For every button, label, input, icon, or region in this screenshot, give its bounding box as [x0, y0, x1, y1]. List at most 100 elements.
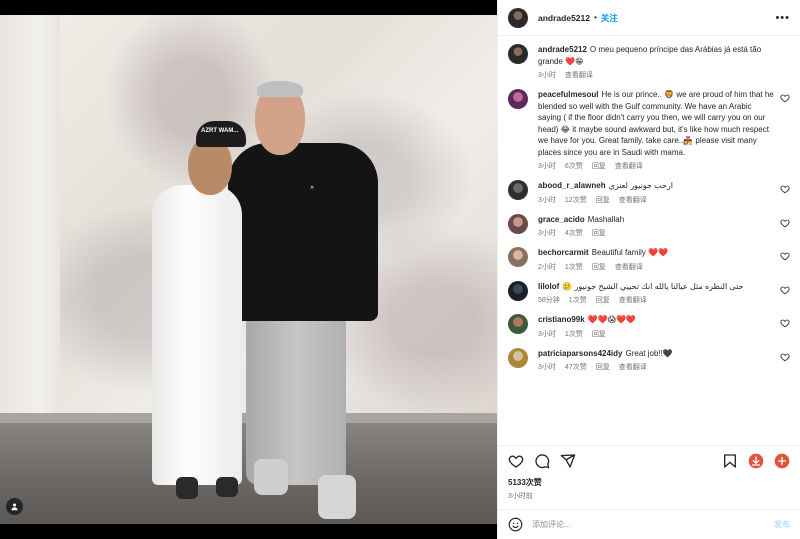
comment-item: patriciaparsons424idy Great job!!🖤 3小时 47次赞…: [508, 347, 790, 373]
post-caption: andrade5212 O meu pequeno príncipe das Ar…: [508, 44, 790, 80]
comment-username[interactable]: lilolof: [538, 282, 559, 291]
comment-item: abood_r_alawneh ارحب جونيور لعنزي 3小时 12次赞回…: [508, 180, 790, 205]
comment-username[interactable]: bechorcarmit: [538, 248, 589, 257]
comment-text: Mashallah: [587, 214, 625, 224]
comment-time: 3小时: [538, 364, 556, 371]
post-side-panel: andrade5212 • 关注 ••• andrade5212 O meu pe…: [497, 0, 800, 539]
caption-translate-link[interactable]: 查看翻译: [565, 70, 593, 80]
reply-button[interactable]: 回复: [592, 228, 606, 238]
comment-time: 2小时: [538, 263, 556, 271]
avatar[interactable]: [508, 44, 528, 64]
comment-text: حتى النظره مثل عيالنا يالله انك تحييي ال…: [562, 281, 744, 291]
comment-username[interactable]: peacefulmesoul: [538, 90, 598, 99]
photo-boy-cap: [196, 121, 246, 147]
avatar[interactable]: [508, 213, 528, 234]
photo-man-shoe: [254, 459, 288, 495]
translate-link[interactable]: 查看翻译: [615, 262, 643, 272]
photo-cap-text: AZRT WAM...: [201, 128, 239, 134]
avatar[interactable]: [508, 7, 528, 28]
comment-time: 3小时: [538, 230, 556, 237]
download-icon[interactable]: [748, 453, 764, 469]
separator-dot: •: [593, 13, 597, 22]
comment-like-count[interactable]: 6次赞: [565, 161, 583, 171]
avatar[interactable]: [508, 89, 528, 109]
comment-like-heart-icon[interactable]: [780, 251, 790, 261]
comment-text: ❤️❤️😱❤️❤️: [587, 315, 636, 324]
more-options-icon[interactable]: •••: [775, 12, 790, 24]
post-modal: ✕ AZRT WAM... andrade5212 • 关注 ••• andra…: [0, 0, 800, 539]
like-count[interactable]: 5133次赞: [498, 475, 800, 488]
post-comment-button[interactable]: 发布: [774, 519, 790, 530]
add-comment-bar: 发布: [498, 509, 800, 539]
reply-button[interactable]: 回复: [596, 295, 610, 305]
comment-time: 58分钟: [538, 297, 560, 304]
avatar[interactable]: [508, 347, 528, 368]
user-tag-icon[interactable]: [6, 498, 23, 515]
comment-like-heart-icon[interactable]: [780, 285, 790, 295]
comment-like-count[interactable]: 4次赞: [565, 228, 583, 238]
action-bar: [498, 445, 800, 475]
red-circle-icon[interactable]: [774, 453, 790, 469]
comment-like-count[interactable]: 47次赞: [565, 362, 587, 372]
post-timestamp: 3小时前: [508, 493, 533, 500]
comment-text: ارحب جونيور لعنزي: [608, 181, 674, 190]
translate-link[interactable]: 查看翻译: [615, 161, 643, 171]
post-photo[interactable]: ✕ AZRT WAM...: [0, 15, 497, 524]
translate-link[interactable]: 查看翻译: [619, 195, 647, 205]
comment-text: He is our prince.. 🦁 we are proud of him…: [538, 90, 774, 157]
photo-man-pants: [246, 305, 346, 485]
comment-username[interactable]: abood_r_alawneh: [538, 181, 606, 190]
comment-item: bechorcarmit Beautiful family ❤️❤️ 2小时 1次赞回…: [508, 247, 790, 272]
post-author-username[interactable]: andrade5212: [538, 13, 590, 23]
comment-like-count[interactable]: 1次赞: [569, 295, 587, 305]
comment-username[interactable]: cristiano99k: [538, 315, 585, 324]
photo-boy-robe: [152, 185, 242, 485]
photo-man-hair: [257, 81, 303, 97]
translate-link[interactable]: 查看翻译: [619, 295, 647, 305]
avatar[interactable]: [508, 247, 528, 267]
caption-time: 3小时: [538, 72, 556, 79]
comment-like-count[interactable]: 12次赞: [565, 195, 587, 205]
comment-like-heart-icon[interactable]: [780, 93, 790, 103]
post-photo-area: ✕ AZRT WAM...: [0, 0, 497, 539]
photo-jacket-logo: ✕: [310, 185, 315, 191]
photo-boy-shoe: [176, 477, 198, 499]
follow-button[interactable]: 关注: [601, 12, 618, 24]
comments-list[interactable]: andrade5212 O meu pequeno príncipe das Ar…: [498, 36, 800, 445]
comment-username[interactable]: patriciaparsons424idy: [538, 349, 622, 358]
avatar[interactable]: [508, 180, 528, 200]
comment-item: grace_acido Mashallah 3小时 4次赞 回复: [508, 213, 790, 239]
reply-button[interactable]: 回复: [592, 161, 606, 171]
reply-button[interactable]: 回复: [592, 262, 606, 272]
comment-item: peacefulmesoul He is our prince.. 🦁 we ar…: [508, 89, 790, 171]
comment-like-heart-icon[interactable]: [780, 352, 790, 362]
caption-username[interactable]: andrade5212: [538, 45, 587, 54]
emoji-icon[interactable]: [508, 517, 523, 532]
translate-link[interactable]: 查看翻译: [619, 362, 647, 372]
comment-icon[interactable]: [534, 453, 550, 469]
photo-man-jacket: [228, 143, 378, 321]
comment-item: cristiano99k ❤️❤️😱❤️❤️ 3小时 1次赞 回复: [508, 314, 790, 339]
send-icon[interactable]: [560, 453, 576, 469]
comment-item: lilolof حتى النظره مثل عيالنا يالله انك ت…: [508, 280, 790, 306]
reply-button[interactable]: 回复: [592, 329, 606, 339]
comment-like-heart-icon[interactable]: [780, 218, 790, 228]
comment-time: 3小时: [538, 330, 556, 338]
avatar[interactable]: [508, 314, 528, 334]
comment-like-count[interactable]: 1次赞: [565, 262, 583, 272]
comment-username[interactable]: grace_acido: [538, 215, 585, 224]
reply-button[interactable]: 回复: [596, 362, 610, 372]
comment-time: 3小时: [538, 196, 556, 204]
photo-man-shoe: [318, 475, 356, 519]
avatar[interactable]: [508, 280, 528, 301]
comment-like-heart-icon[interactable]: [780, 318, 790, 328]
photo-boy-shoe: [216, 477, 238, 497]
comment-input[interactable]: [532, 520, 774, 529]
comment-like-heart-icon[interactable]: [780, 184, 790, 194]
comment-like-count[interactable]: 1次赞: [565, 329, 583, 339]
bookmark-icon[interactable]: [722, 453, 738, 469]
reply-button[interactable]: 回复: [596, 195, 610, 205]
comment-text: Beautiful family ❤️❤️: [591, 248, 669, 257]
comment-text: Great job!!🖤: [625, 348, 673, 358]
heart-icon[interactable]: [508, 453, 524, 469]
